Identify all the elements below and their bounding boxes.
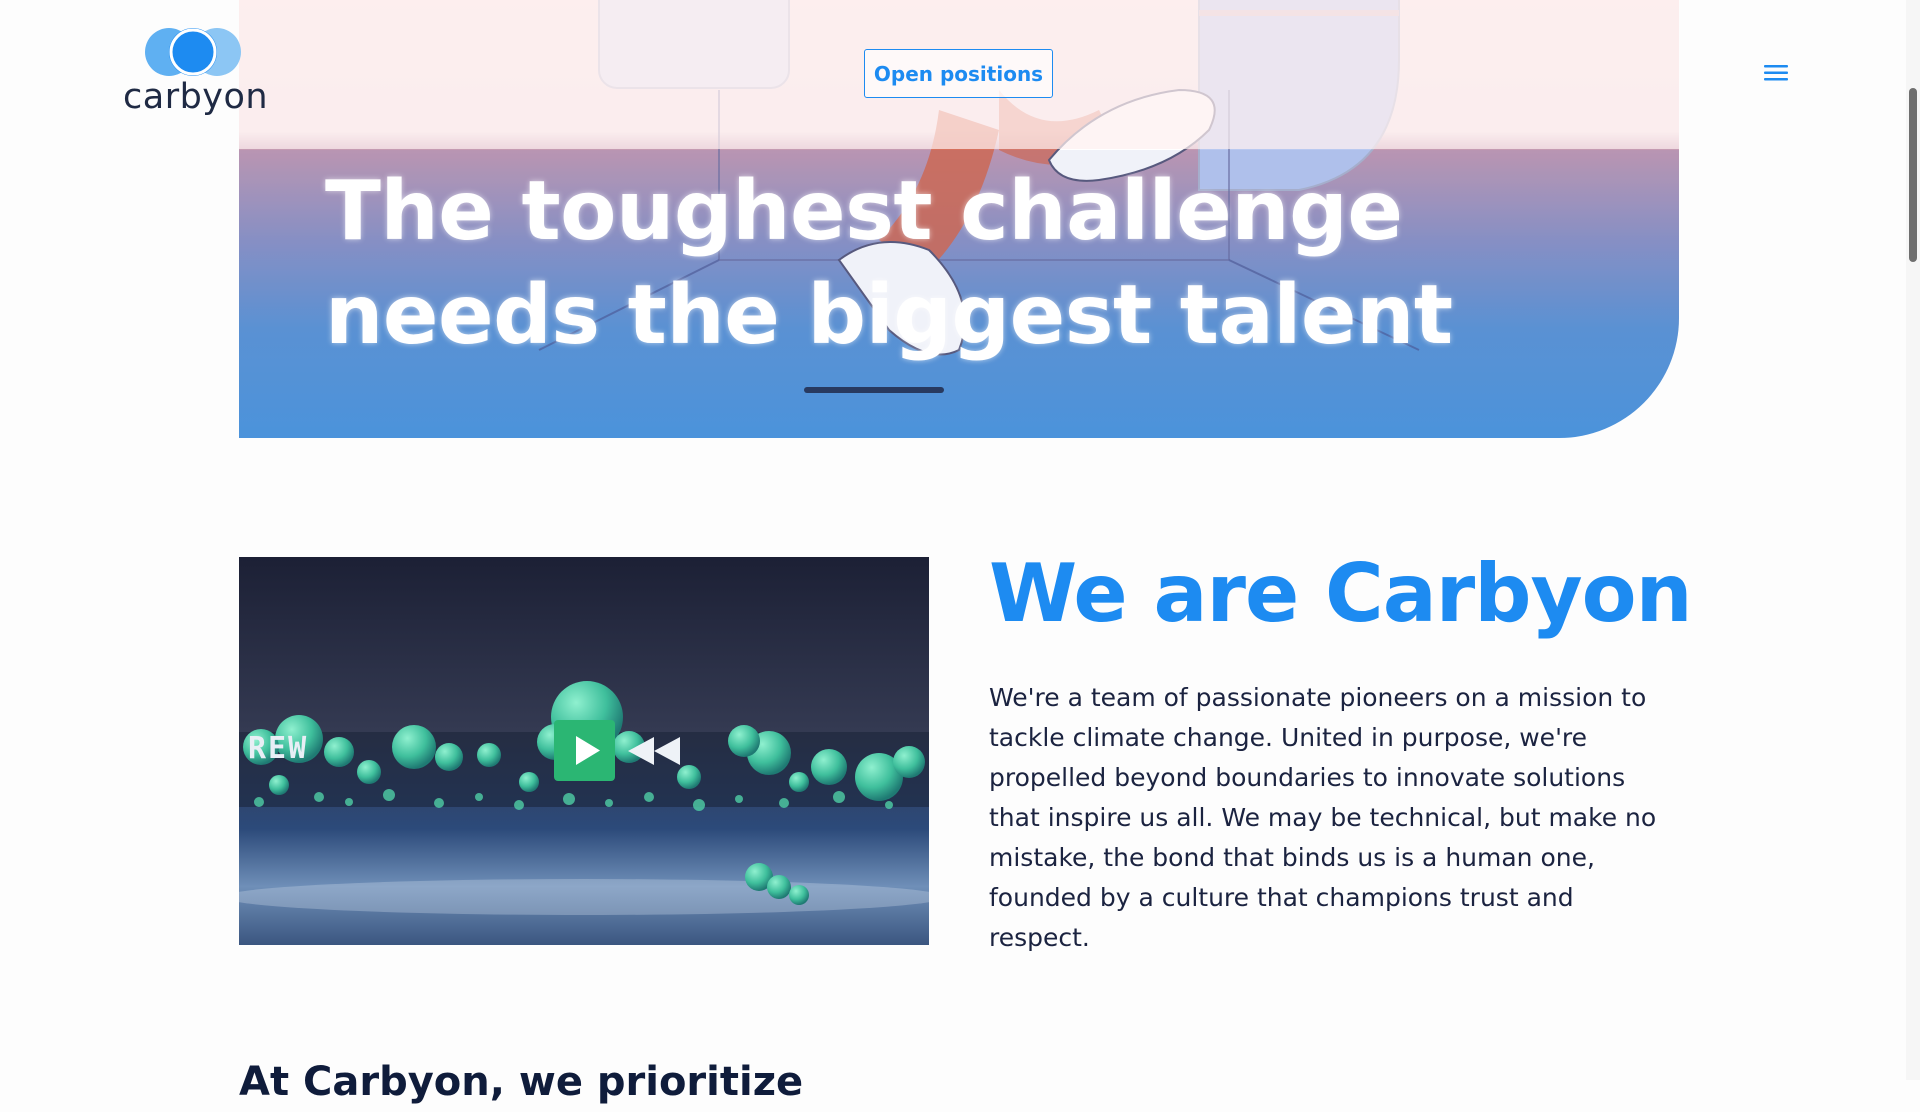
open-positions-button[interactable]: Open positions <box>864 49 1053 98</box>
site-header: carbyon Open positions <box>0 0 1920 148</box>
logo-wordmark: carbyon <box>123 77 269 117</box>
hamburger-menu-icon[interactable] <box>1762 62 1790 84</box>
play-icon <box>576 736 600 765</box>
intro-title: We are Carbyon <box>989 547 1693 640</box>
next-section-heading: At Carbyon, we prioritize <box>239 1059 804 1105</box>
logo-circles-icon <box>145 28 241 76</box>
play-button[interactable] <box>554 720 615 781</box>
intro-body: We're a team of passionate pioneers on a… <box>989 683 1657 952</box>
video-rew-label: REW <box>248 731 309 766</box>
carbyon-logo[interactable]: carbyon <box>123 26 269 122</box>
hero-title-line-2: needs the biggest talent <box>325 268 1453 363</box>
hero-title: The toughest challenge needs the biggest… <box>325 160 1625 368</box>
rewind-icon <box>628 737 680 765</box>
page-scrollbar[interactable] <box>1906 0 1920 1080</box>
hero-title-line-1: The toughest challenge <box>325 164 1403 259</box>
